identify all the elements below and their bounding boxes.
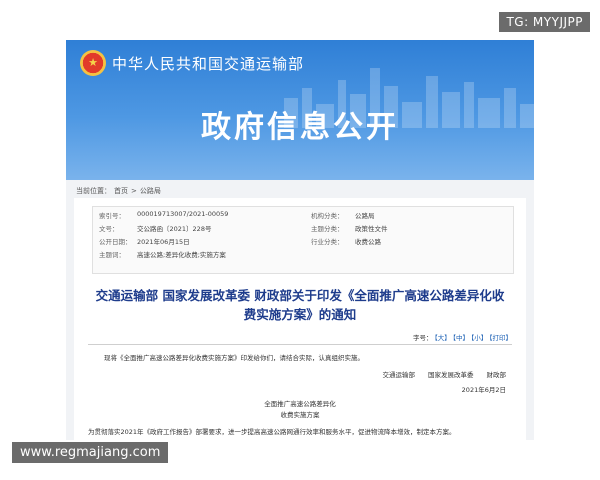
index-label: 索引号： — [99, 212, 125, 220]
ministry-name[interactable]: 中华人民共和国交通运输部 — [112, 53, 304, 74]
gov-page: ★ 中华人民共和国交通运输部 政府信息公开 当前位置： 首页 > 公路局 索引号： 0… — [66, 40, 534, 440]
org-label: 机构分类： — [311, 212, 344, 220]
breadcrumb-separator: > — [131, 187, 137, 195]
docno-label: 文号： — [99, 225, 119, 233]
national-emblem-icon: ★ — [80, 50, 106, 76]
plan-intro: 为贯彻落实2021年《政府工作报告》部署要求，进一步提高高速公路网通行效率和服务… — [88, 428, 456, 436]
metadata-table: 索引号： 000019713007/2021-00059 机构分类： 公路局 文… — [92, 206, 514, 274]
metadata-row: 文号： 交公路函〔2021〕228号 主题分类： 政策性文件 — [93, 223, 513, 236]
divider — [88, 344, 512, 345]
font-medium-link[interactable]: 【中】 — [453, 334, 469, 342]
watermark-url: www.regmajiang.com — [12, 442, 169, 463]
body-date: 2021年6月2日 — [461, 386, 506, 394]
font-size-controls: 字号： 【大】 【中】 【小】 【打印】 — [411, 332, 512, 342]
print-link[interactable]: 【打印】 — [489, 334, 512, 342]
document-card: 索引号： 000019713007/2021-00059 机构分类： 公路局 文… — [74, 198, 526, 440]
date-label: 公开日期： — [99, 238, 132, 246]
font-small-link[interactable]: 【小】 — [471, 334, 487, 342]
metadata-row: 主题词： 高速公路;差异化收费;实施方案 — [93, 249, 513, 262]
topic-label: 主题分类： — [311, 225, 344, 233]
industry-label: 行业分类： — [311, 238, 344, 246]
plan-title-line1: 全面推广高速公路差异化 — [264, 400, 336, 408]
subject-label: 主题词： — [99, 251, 125, 259]
document-title-line2: 费实施方案》的通知 — [243, 307, 357, 322]
plan-title-line2: 收费实施方案 — [280, 411, 320, 419]
docno-value: 交公路函〔2021〕228号 — [137, 225, 212, 233]
topic-value: 政策性文件 — [355, 225, 388, 233]
subject-value: 高速公路;差异化收费;实施方案 — [137, 251, 226, 259]
industry-value: 收费公路 — [355, 238, 381, 246]
document-title: 交通运输部 国家发展改革委 财政部关于印发《全面推广高速公路差异化收 费实施方案… — [88, 286, 512, 324]
index-value: 000019713007/2021-00059 — [137, 210, 229, 218]
breadcrumb-section-link[interactable]: 公路局 — [140, 187, 161, 195]
date-value: 2021年06月15日 — [137, 238, 190, 246]
document-title-line1: 交通运输部 国家发展改革委 财政部关于印发《全面推广高速公路差异化收 — [95, 288, 505, 303]
font-large-link[interactable]: 【大】 — [435, 334, 451, 342]
section-title: 政府信息公开 — [201, 110, 399, 145]
header-banner: ★ 中华人民共和国交通运输部 政府信息公开 — [66, 40, 534, 180]
breadcrumb-label: 当前位置： — [76, 187, 111, 195]
body-signers: 交通运输部 国家发展改革委 财政部 — [382, 371, 507, 379]
org-value: 公路局 — [355, 212, 375, 220]
font-size-label: 字号： — [413, 334, 433, 342]
breadcrumb: 当前位置： 首页 > 公路局 — [76, 186, 164, 196]
watermark-tg: TG: MYYJJPP — [499, 12, 590, 32]
metadata-row: 公开日期： 2021年06月15日 行业分类： 收费公路 — [93, 236, 513, 249]
body-intro: 现将《全面推广高速公路差异化收费实施方案》印发给你们，请结合实际，认真组织实施。 — [104, 354, 364, 362]
breadcrumb-home-link[interactable]: 首页 — [114, 187, 128, 195]
metadata-row: 索引号： 000019713007/2021-00059 机构分类： 公路局 — [93, 210, 513, 223]
